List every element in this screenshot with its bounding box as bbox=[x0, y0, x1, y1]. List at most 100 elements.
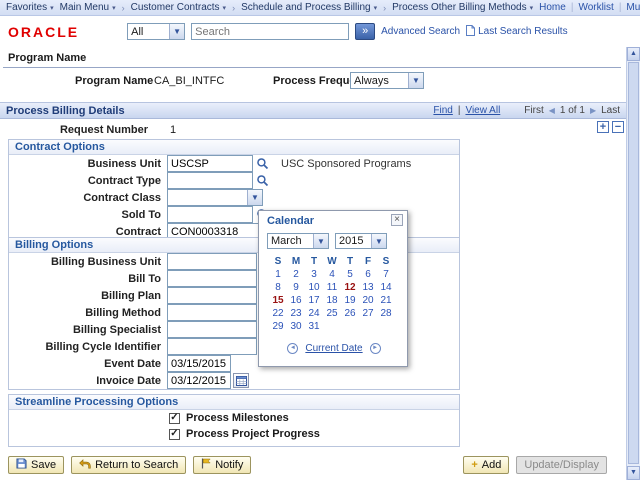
event-date-input[interactable] bbox=[167, 355, 231, 372]
contract-type-label: Contract Type bbox=[9, 175, 161, 187]
save-button[interactable]: Save bbox=[8, 456, 64, 474]
breadcrumb-separator-icon: › bbox=[232, 3, 235, 13]
calendar-day-28[interactable]: 28 bbox=[377, 307, 395, 320]
lookup-icon[interactable] bbox=[256, 157, 271, 171]
calendar-month-select[interactable]: March ▼ bbox=[267, 233, 329, 249]
calendar-day-20[interactable]: 20 bbox=[359, 294, 377, 307]
process-frequency-select[interactable]: Always ▼ bbox=[350, 72, 424, 89]
calendar-day-27[interactable]: 27 bbox=[359, 307, 377, 320]
calendar-day-header: T bbox=[341, 255, 359, 268]
bill-to-input[interactable] bbox=[167, 270, 257, 287]
calendar-day-2[interactable]: 2 bbox=[287, 268, 305, 281]
lookup-icon[interactable] bbox=[256, 174, 271, 188]
return-to-search-label: Return to Search bbox=[95, 459, 178, 471]
calendar-day-26[interactable]: 26 bbox=[341, 307, 359, 320]
contract-class-select[interactable]: ▼ bbox=[167, 189, 263, 206]
close-icon[interactable]: × bbox=[391, 214, 403, 226]
last-search-results-link[interactable]: Last Search Results bbox=[466, 25, 568, 39]
scrollbar-thumb[interactable] bbox=[628, 62, 639, 464]
calendar-day-7[interactable]: 7 bbox=[377, 268, 395, 281]
calendar-day-header: S bbox=[377, 255, 395, 268]
worklist-link[interactable]: Worklist bbox=[578, 2, 613, 13]
breadcrumb-process-other-billing[interactable]: Process Other Billing Methods ▾ bbox=[392, 2, 533, 13]
calendar-day-16[interactable]: 16 bbox=[287, 294, 305, 307]
add-row-button[interactable]: + bbox=[597, 121, 609, 133]
calendar-day-5[interactable]: 5 bbox=[341, 268, 359, 281]
scroll-up-icon[interactable]: ▲ bbox=[627, 47, 640, 61]
calendar-day-1[interactable]: 1 bbox=[269, 268, 287, 281]
calendar-day-30[interactable]: 30 bbox=[287, 320, 305, 333]
breadcrumb-schedule-process-billing[interactable]: Schedule and Process Billing ▾ bbox=[241, 2, 377, 13]
calendar-day-9[interactable]: 9 bbox=[287, 281, 305, 294]
billing-cycle-identifier-input[interactable] bbox=[167, 338, 257, 355]
event-date-label: Event Date bbox=[9, 358, 161, 370]
calendar-day-4[interactable]: 4 bbox=[323, 268, 341, 281]
vertical-scrollbar[interactable]: ▲ ▼ bbox=[626, 47, 640, 480]
next-row-icon[interactable]: ▶ bbox=[590, 106, 596, 115]
billing-specialist-input[interactable] bbox=[167, 321, 257, 338]
billing-plan-label: Billing Plan bbox=[9, 290, 161, 302]
notify-button[interactable]: Notify bbox=[193, 456, 251, 474]
process-milestones-checkbox[interactable] bbox=[169, 413, 180, 424]
view-all-link[interactable]: View All bbox=[465, 105, 500, 116]
calendar-day-3[interactable]: 3 bbox=[305, 268, 323, 281]
calendar-day-header: S bbox=[269, 255, 287, 268]
calendar-popup: Calendar × March ▼ 2015 ▼ SMTWTFS1234567… bbox=[258, 210, 408, 367]
calendar-day-25[interactable]: 25 bbox=[323, 307, 341, 320]
breadcrumb-customer-contracts[interactable]: Customer Contracts ▾ bbox=[131, 2, 226, 13]
previous-month-icon[interactable]: ◄ bbox=[287, 343, 298, 354]
search-scope-select[interactable]: All ▼ bbox=[127, 23, 185, 40]
contract-class-label: Contract Class bbox=[9, 192, 161, 204]
calendar-day-18[interactable]: 18 bbox=[323, 294, 341, 307]
calendar-day-6[interactable]: 6 bbox=[359, 268, 377, 281]
billing-cycle-identifier-label: Billing Cycle Identifier bbox=[9, 341, 161, 353]
favorites-menu[interactable]: Favorites ▾ bbox=[6, 2, 54, 13]
calendar-day-11[interactable]: 11 bbox=[323, 281, 341, 294]
search-go-button[interactable]: » bbox=[355, 23, 375, 40]
calendar-day-23[interactable]: 23 bbox=[287, 307, 305, 320]
calendar-day-19[interactable]: 19 bbox=[341, 294, 359, 307]
calendar-day-31[interactable]: 31 bbox=[305, 320, 323, 333]
home-link[interactable]: Home bbox=[539, 2, 566, 13]
update-display-button[interactable]: Update/Display bbox=[516, 456, 607, 474]
advanced-search-link[interactable]: Advanced Search bbox=[381, 26, 460, 37]
calendar-day-10[interactable]: 10 bbox=[305, 281, 323, 294]
main-menu[interactable]: Main Menu ▾ bbox=[60, 2, 116, 13]
calendar-day-15[interactable]: 15 bbox=[269, 294, 287, 307]
return-to-search-button[interactable]: Return to Search bbox=[71, 456, 186, 474]
process-project-progress-checkbox[interactable] bbox=[169, 429, 180, 440]
calendar-year-select[interactable]: 2015 ▼ bbox=[335, 233, 387, 249]
business-unit-input[interactable] bbox=[167, 155, 253, 172]
billing-plan-input[interactable] bbox=[167, 287, 257, 304]
calendar-prompt-icon[interactable] bbox=[233, 373, 249, 388]
calendar-day-13[interactable]: 13 bbox=[359, 281, 377, 294]
find-link[interactable]: Find bbox=[433, 105, 452, 116]
invoice-date-input[interactable] bbox=[167, 372, 231, 389]
contract-class-row: Contract Class ▼ bbox=[9, 189, 459, 206]
calendar-day-17[interactable]: 17 bbox=[305, 294, 323, 307]
previous-row-icon[interactable]: ◀ bbox=[549, 106, 555, 115]
billing-method-input[interactable] bbox=[167, 304, 257, 321]
calendar-day-22[interactable]: 22 bbox=[269, 307, 287, 320]
current-date-link[interactable]: Current Date bbox=[305, 343, 362, 354]
search-bar: All ▼ » Advanced Search Last Search Resu… bbox=[127, 23, 567, 40]
delete-row-button[interactable]: − bbox=[612, 121, 624, 133]
add-button[interactable]: + Add bbox=[463, 456, 509, 474]
scroll-down-icon[interactable]: ▼ bbox=[627, 466, 640, 480]
nav-separator: | bbox=[458, 105, 461, 116]
calendar-day-8[interactable]: 8 bbox=[269, 281, 287, 294]
search-input[interactable] bbox=[191, 23, 349, 40]
billing-business-unit-input[interactable] bbox=[167, 253, 257, 270]
request-number-label: Request Number bbox=[0, 124, 148, 136]
calendar-day-14[interactable]: 14 bbox=[377, 281, 395, 294]
sold-to-input[interactable] bbox=[167, 206, 253, 223]
next-month-icon[interactable]: ► bbox=[370, 343, 381, 354]
chevron-down-icon: ▼ bbox=[371, 234, 386, 248]
multichannel-console-link[interactable]: MultiChannel Console bbox=[626, 2, 640, 13]
process-project-progress-label: Process Project Progress bbox=[186, 428, 320, 440]
calendar-day-24[interactable]: 24 bbox=[305, 307, 323, 320]
contract-type-input[interactable] bbox=[167, 172, 253, 189]
calendar-day-21[interactable]: 21 bbox=[377, 294, 395, 307]
calendar-day-12[interactable]: 12 bbox=[341, 281, 359, 294]
calendar-day-29[interactable]: 29 bbox=[269, 320, 287, 333]
